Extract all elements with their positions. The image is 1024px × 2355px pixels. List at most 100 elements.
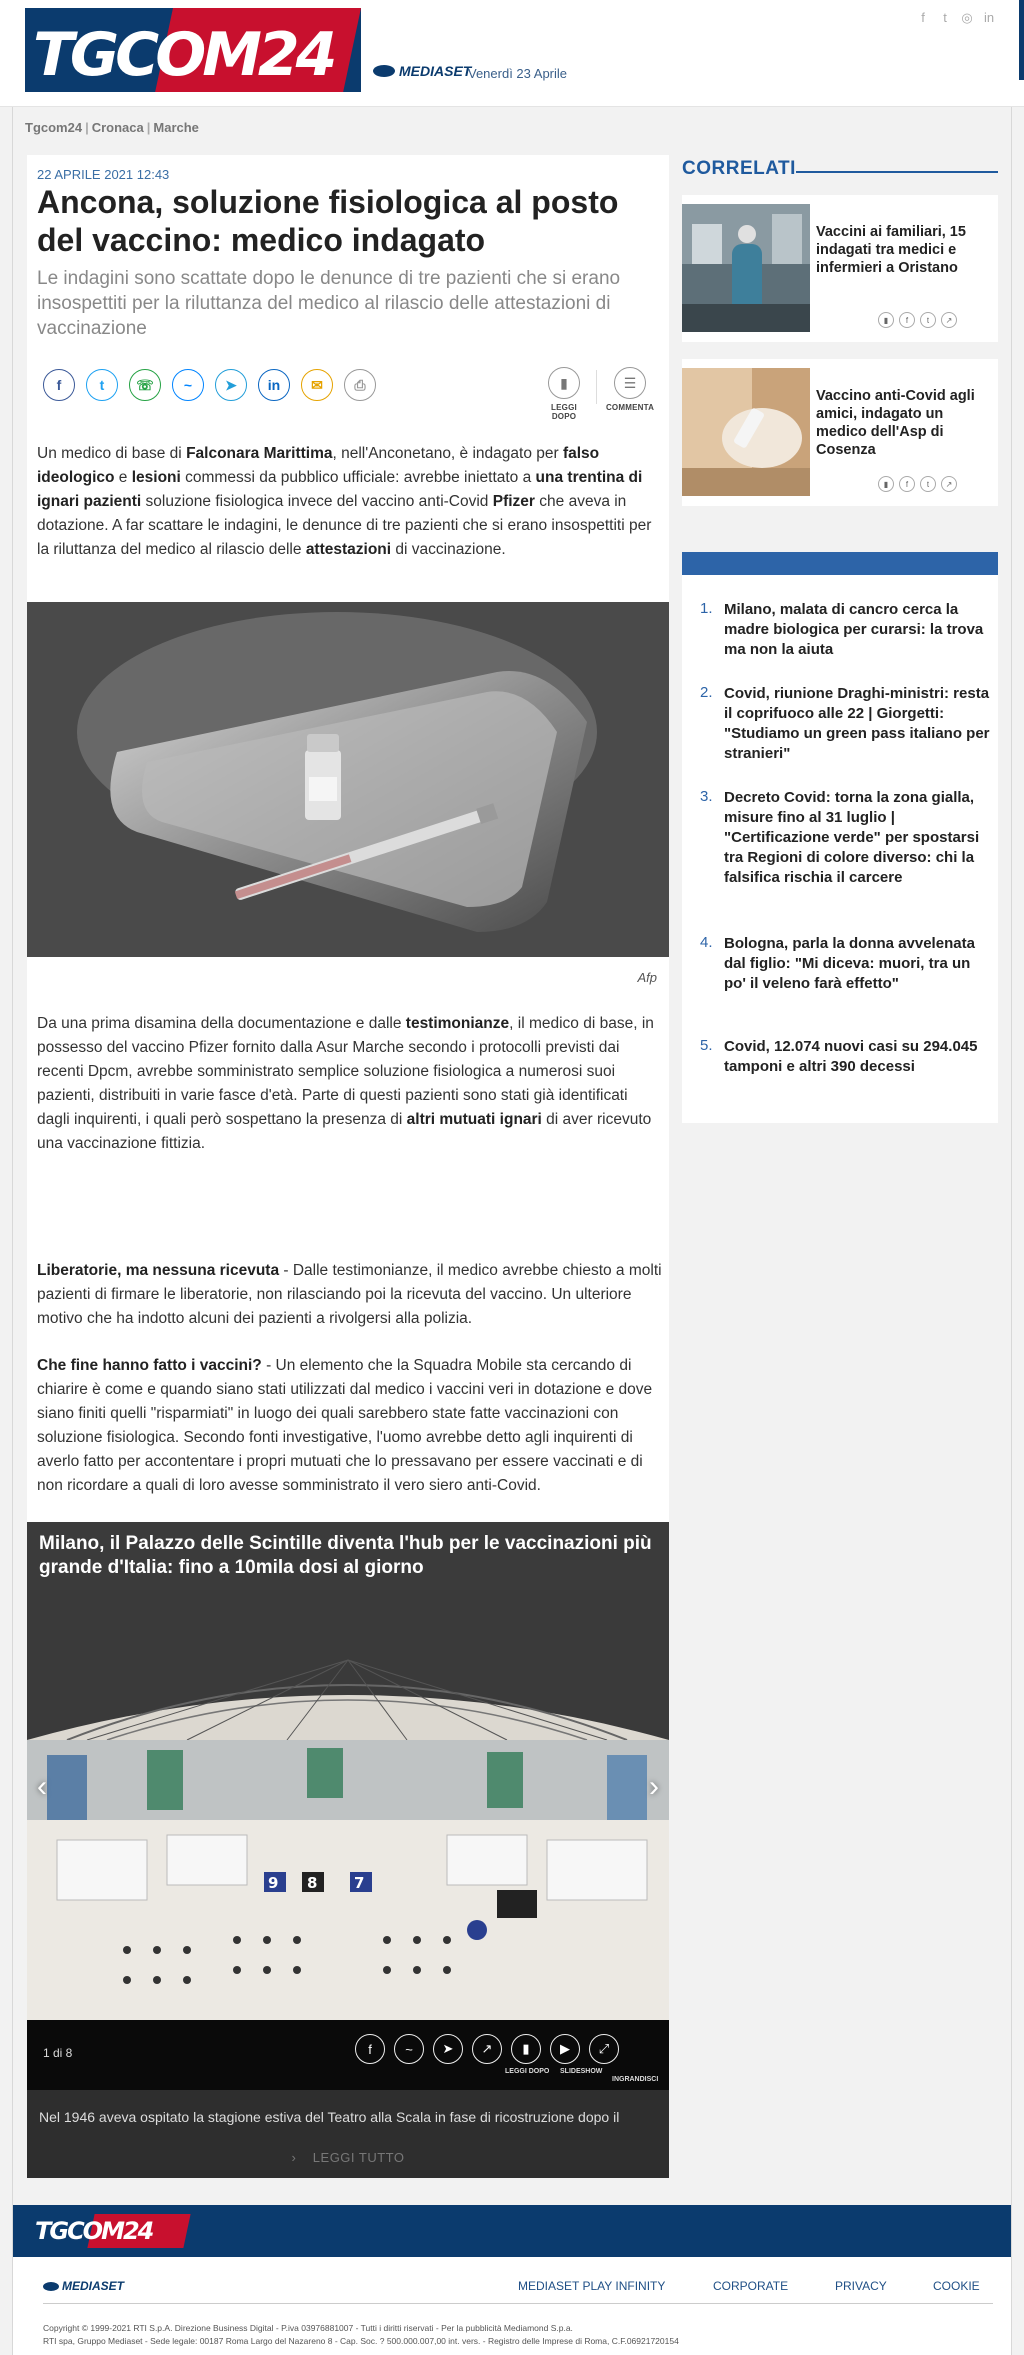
mediaset-icon [43, 2281, 59, 2291]
bookmark-icon[interactable]: ▮ [511, 2034, 541, 2064]
gallery-slideshow-label: SLIDESHOW [560, 2068, 603, 2075]
gallery-caption: Nel 1946 aveva ospitato la stagione esti… [39, 2109, 620, 2125]
frame-border [12, 0, 13, 2355]
messenger-icon[interactable]: ~ [172, 369, 204, 401]
footer-mediaset-logo[interactable]: MEDIASET [43, 2279, 124, 2293]
gallery-image-vaccination-hub[interactable]: 9 8 7 ‹ › [27, 1590, 669, 2020]
related-thumbnail[interactable] [682, 204, 810, 332]
read-later-button[interactable]: ▮ LEGGI DOPO [539, 367, 589, 421]
comment-button[interactable]: ☰ COMMENTA [603, 367, 657, 412]
twitter-icon[interactable]: t [920, 312, 936, 328]
photo-gallery: Milano, il Palazzo delle Scintille diven… [27, 1522, 669, 2178]
article-date: 22 APRILE 2021 12:43 [37, 167, 170, 182]
linkedin-icon[interactable]: in [982, 10, 996, 26]
gallery-title[interactable]: Milano, il Palazzo delle Scintille diven… [27, 1522, 669, 1590]
edge-accent [1019, 0, 1024, 80]
share-icon[interactable]: ↗ [472, 2034, 502, 2064]
print-icon[interactable]: ⎙ [344, 369, 376, 401]
breadcrumb-item[interactable]: Tgcom24 [25, 120, 82, 135]
list-item[interactable]: 5. Covid, 12.074 nuovi casi su 294.045 t… [700, 1037, 990, 1077]
image-caption: Afp [637, 970, 657, 985]
facebook-icon[interactable]: f [899, 312, 915, 328]
article-paragraph: Che fine hanno fatto i vaccini? - Un ele… [37, 1357, 653, 1494]
related-heading: CORRELATI [682, 158, 796, 179]
top-news-list: 1. Milano, malata di cancro cerca la mad… [682, 575, 998, 1123]
article-subtitle: Le indagini sono scattate dopo le denunc… [37, 268, 621, 339]
breadcrumb-item[interactable]: Marche [153, 120, 199, 135]
twitter-icon[interactable]: t [938, 10, 952, 26]
divider [596, 370, 597, 404]
gallery-caption-box: Nel 1946 aveva ospitato la stagione esti… [27, 2090, 669, 2178]
booth-number: 9 [268, 1874, 278, 1892]
expand-icon[interactable]: ⤢ [589, 2034, 619, 2064]
list-item[interactable]: 3. Decreto Covid: torna la zona gialla, … [700, 788, 990, 888]
instagram-icon[interactable]: ◎ [960, 10, 974, 26]
twitter-icon[interactable]: t [86, 369, 118, 401]
gallery-counter: 1 di 8 [43, 2046, 73, 2060]
mediaset-logo[interactable]: MEDIASET [373, 63, 471, 79]
gallery-prev-arrow[interactable]: ‹ [37, 1770, 47, 1804]
site-header: TGCOM24 MEDIASET Venerdì 23 Aprile f t ◎… [0, 0, 1024, 107]
booth-number: 7 [354, 1874, 364, 1892]
linkedin-icon[interactable]: in [258, 369, 290, 401]
share-icon[interactable]: ↗ [941, 476, 957, 492]
related-card[interactable]: Vaccini ai familiari, 15 indagati tra me… [682, 195, 998, 342]
related-card[interactable]: Vaccino anti-Covid agli amici, indagato … [682, 359, 998, 506]
bookmark-icon[interactable]: ▮ [878, 312, 894, 328]
breadcrumb: Tgcom24 | Cronaca | Marche [25, 120, 199, 135]
related-title[interactable]: Vaccini ai familiari, 15 indagati tra me… [816, 223, 991, 277]
email-icon[interactable]: ✉ [301, 369, 333, 401]
article-paragraph: Da una prima disamina della documentazio… [37, 1015, 654, 1152]
booth-number: 8 [307, 1874, 317, 1892]
related-share-icons: ▮ f t ↗ [878, 312, 957, 328]
read-all-label: LEGGI TUTTO [312, 2150, 405, 2165]
header-social-links: f t ◎ in [916, 10, 996, 26]
telegram-icon[interactable]: ➤ [215, 369, 247, 401]
footer-brand-bar: TGCOM24 [13, 2205, 1011, 2257]
facebook-icon[interactable]: f [916, 10, 930, 26]
slideshow-play-icon[interactable]: ▶ [550, 2034, 580, 2064]
footer-tgcom24-logo[interactable]: TGCOM24 [31, 2214, 191, 2248]
list-item[interactable]: 2. Covid, riunione Draghi-ministri: rest… [700, 684, 990, 764]
list-item[interactable]: 4. Bologna, parla la donna avvelenata da… [700, 934, 990, 994]
whatsapp-icon[interactable]: ☏ [129, 369, 161, 401]
comment-icon: ☰ [614, 367, 646, 399]
gallery-read-later-label: LEGGI DOPO [505, 2068, 550, 2075]
facebook-icon[interactable]: f [43, 369, 75, 401]
twitter-icon[interactable]: t [920, 476, 936, 492]
article-image-vaccine-tray[interactable] [27, 602, 669, 957]
footer-link-privacy[interactable]: PRIVACY [835, 2279, 887, 2293]
footer-link-mediaset-play[interactable]: MEDIASET PLAY INFINITY [518, 2279, 665, 2293]
list-item[interactable]: 1. Milano, malata di cancro cerca la mad… [700, 600, 990, 660]
site-footer: TGCOM24 MEDIASET MEDIASET PLAY INFINITY … [13, 2205, 1011, 2355]
gallery-toolbar: 1 di 8 f ~ ➤ ↗ ▮ ▶ ⤢ LEGGI DOPO SLIDESHO… [27, 2020, 669, 2090]
share-buttons: f t ☏ ~ ➤ in ✉ ⎙ [43, 369, 376, 401]
related-thumbnail[interactable] [682, 368, 810, 496]
mediaset-label: MEDIASET [399, 63, 472, 79]
gallery-actions: f ~ ➤ ↗ ▮ ▶ ⤢ [355, 2034, 619, 2064]
share-icon[interactable]: ↗ [941, 312, 957, 328]
read-all-button[interactable]: › LEGGI TUTTO [27, 2150, 669, 2165]
article-title: Ancona, soluzione fisiologica al posto d… [37, 184, 619, 258]
breadcrumb-item[interactable]: Cronaca [92, 120, 144, 135]
gallery-next-arrow[interactable]: › [649, 1770, 659, 1804]
related-title[interactable]: Vaccino anti-Covid agli amici, indagato … [816, 387, 991, 459]
facebook-icon[interactable]: f [355, 2034, 385, 2064]
footer-copyright: Copyright © 1999-2021 RTI S.p.A. Direzio… [43, 2323, 679, 2346]
related-heading-rule [796, 171, 998, 173]
chevron-right-icon: › [291, 2150, 297, 2165]
comment-label: COMMENTA [605, 403, 655, 412]
read-later-label: LEGGI DOPO [551, 403, 577, 421]
top-news-header-bar [682, 552, 998, 575]
article-paragraph: Un medico di base di Falconara Marittima… [37, 445, 652, 558]
article-container: 22 APRILE 2021 12:43 Ancona, soluzione f… [27, 155, 669, 2178]
tgcom24-logo[interactable]: TGCOM24 [25, 8, 361, 92]
footer-link-corporate[interactable]: CORPORATE [713, 2279, 788, 2293]
telegram-icon[interactable]: ➤ [433, 2034, 463, 2064]
facebook-icon[interactable]: f [899, 476, 915, 492]
mediaset-icon [373, 65, 395, 77]
messenger-icon[interactable]: ~ [394, 2034, 424, 2064]
article-paragraph: Liberatorie, ma nessuna ricevuta - Dalle… [37, 1262, 662, 1327]
bookmark-icon[interactable]: ▮ [878, 476, 894, 492]
footer-link-cookie[interactable]: COOKIE [933, 2279, 980, 2293]
